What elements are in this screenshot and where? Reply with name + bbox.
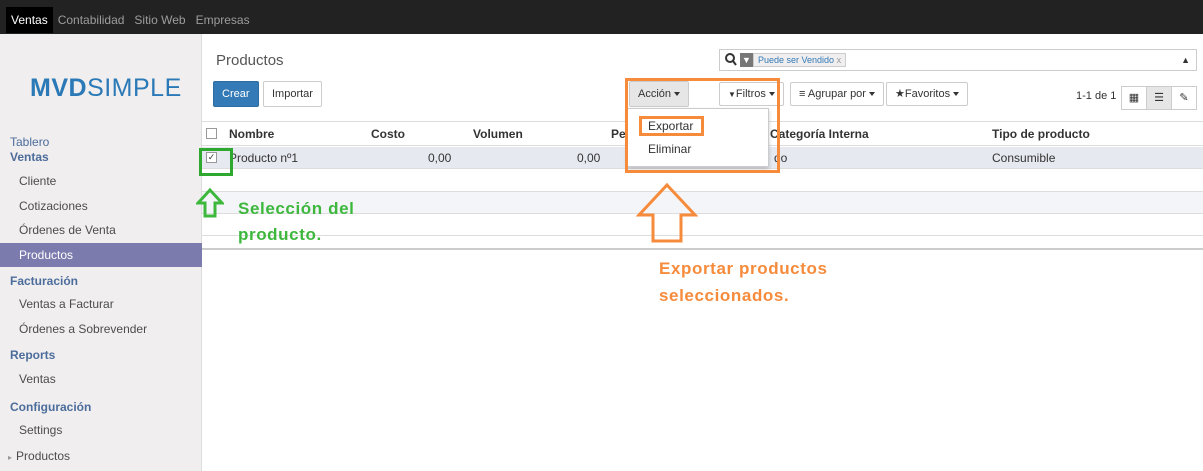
- sidebar-section-facturacion: Facturación: [10, 274, 79, 288]
- sidebar-item-ventas-facturar[interactable]: Ventas a Facturar: [0, 292, 202, 316]
- collapse-icon[interactable]: ▲: [1181, 55, 1190, 65]
- sidebar-section-ventas: Ventas: [10, 150, 49, 164]
- page-title: Productos: [216, 52, 284, 69]
- tab-sitio-web[interactable]: Sitio Web: [129, 7, 190, 33]
- create-button[interactable]: Crear: [213, 81, 259, 107]
- sidebar-item-settings[interactable]: Settings: [0, 418, 202, 442]
- annotation-exportar-line2: seleccionados.: [659, 286, 790, 305]
- edit-view-icon[interactable]: ✎: [1171, 86, 1197, 110]
- annotation-seleccion-line1: Selección del: [238, 199, 355, 218]
- facet-label: Puede ser Vendido: [758, 55, 835, 65]
- star-icon: ★: [895, 88, 905, 100]
- logo-bold: MVD: [30, 74, 88, 102]
- sidebar-item-reports-ventas[interactable]: Ventas: [0, 367, 202, 391]
- tab-contabilidad[interactable]: Contabilidad: [53, 7, 130, 33]
- filter-icon: ▼: [740, 53, 753, 67]
- caret-right-icon: ▸: [8, 453, 13, 462]
- column-header-tipo[interactable]: Tipo de producto: [992, 127, 1090, 141]
- favorites-button[interactable]: ★Favoritos: [886, 82, 969, 106]
- cell-nombre: Producto nº1: [229, 151, 299, 165]
- empty-row: [202, 170, 1203, 192]
- import-button[interactable]: Importar: [263, 81, 322, 107]
- sidebar: MVDSIMPLE Tablero Ventas Cliente Cotizac…: [0, 34, 202, 471]
- favorites-label: Favoritos: [904, 88, 951, 100]
- close-icon[interactable]: x: [837, 55, 842, 65]
- sidebar-item-cotizaciones[interactable]: Cotizaciones: [0, 194, 202, 218]
- tab-ventas[interactable]: Ventas: [6, 7, 53, 33]
- sidebar-item-tablero[interactable]: Tablero: [10, 135, 49, 149]
- green-arrow-up-icon: [196, 187, 224, 218]
- annotation-checkbox-box: [199, 148, 233, 176]
- search-input[interactable]: ▼ Puede ser Vendido x ▲: [719, 49, 1197, 71]
- caret-down-icon: [953, 92, 960, 97]
- select-all-checkbox[interactable]: [206, 128, 217, 139]
- sidebar-item-cliente[interactable]: Cliente: [0, 169, 202, 193]
- cell-tipo: Consumible: [992, 151, 1056, 165]
- orange-arrow-up-icon: [636, 182, 698, 243]
- sidebar-item-config-productos[interactable]: ▸ Productos: [0, 444, 202, 468]
- sidebar-section-configuracion: Configuración: [10, 400, 92, 414]
- logo-light: SIMPLE: [87, 74, 182, 102]
- cell-volumen: 0,00: [577, 151, 601, 165]
- group-by-button[interactable]: ≡ Agrupar por: [790, 82, 884, 106]
- annotation-export-box: [639, 116, 704, 136]
- column-header-costo[interactable]: Costo: [371, 127, 405, 141]
- top-navbar: Ventas Contabilidad Sitio Web Empresas: [0, 0, 1203, 34]
- sidebar-item-productos[interactable]: Productos: [0, 243, 202, 267]
- pager-value[interactable]: 1-1 de 1: [1076, 90, 1116, 102]
- column-header-volumen[interactable]: Volumen: [473, 127, 523, 141]
- annotation-seleccion-line2: producto.: [238, 225, 322, 244]
- tab-empresas[interactable]: Empresas: [191, 7, 255, 33]
- sidebar-section-reports: Reports: [10, 348, 56, 362]
- caret-down-icon: [868, 92, 875, 97]
- column-header-categoria[interactable]: Categoría Interna: [770, 127, 869, 141]
- sidebar-item-config-productos-label: Productos: [16, 449, 71, 463]
- sidebar-item-ordenes-venta[interactable]: Órdenes de Venta: [0, 218, 202, 242]
- column-header-nombre[interactable]: Nombre: [229, 127, 274, 141]
- column-header-peso[interactable]: Pe: [611, 127, 626, 141]
- empty-row: [202, 236, 1203, 250]
- kanban-view-icon[interactable]: ▦: [1121, 86, 1147, 110]
- logo: MVDSIMPLE: [30, 74, 182, 103]
- search-facet[interactable]: ▼ Puede ser Vendido x: [740, 53, 847, 67]
- cell-costo: 0,00: [428, 151, 452, 165]
- group-by-label: Agrupar por: [807, 88, 866, 100]
- annotation-exportar-line1: Exportar productos: [659, 259, 828, 278]
- list-icon: ≡: [799, 88, 806, 100]
- search-icon[interactable]: [724, 51, 738, 70]
- sidebar-item-ordenes-sobrevender[interactable]: Órdenes a Sobrevender: [0, 317, 202, 341]
- list-view-icon[interactable]: ☰: [1146, 86, 1172, 110]
